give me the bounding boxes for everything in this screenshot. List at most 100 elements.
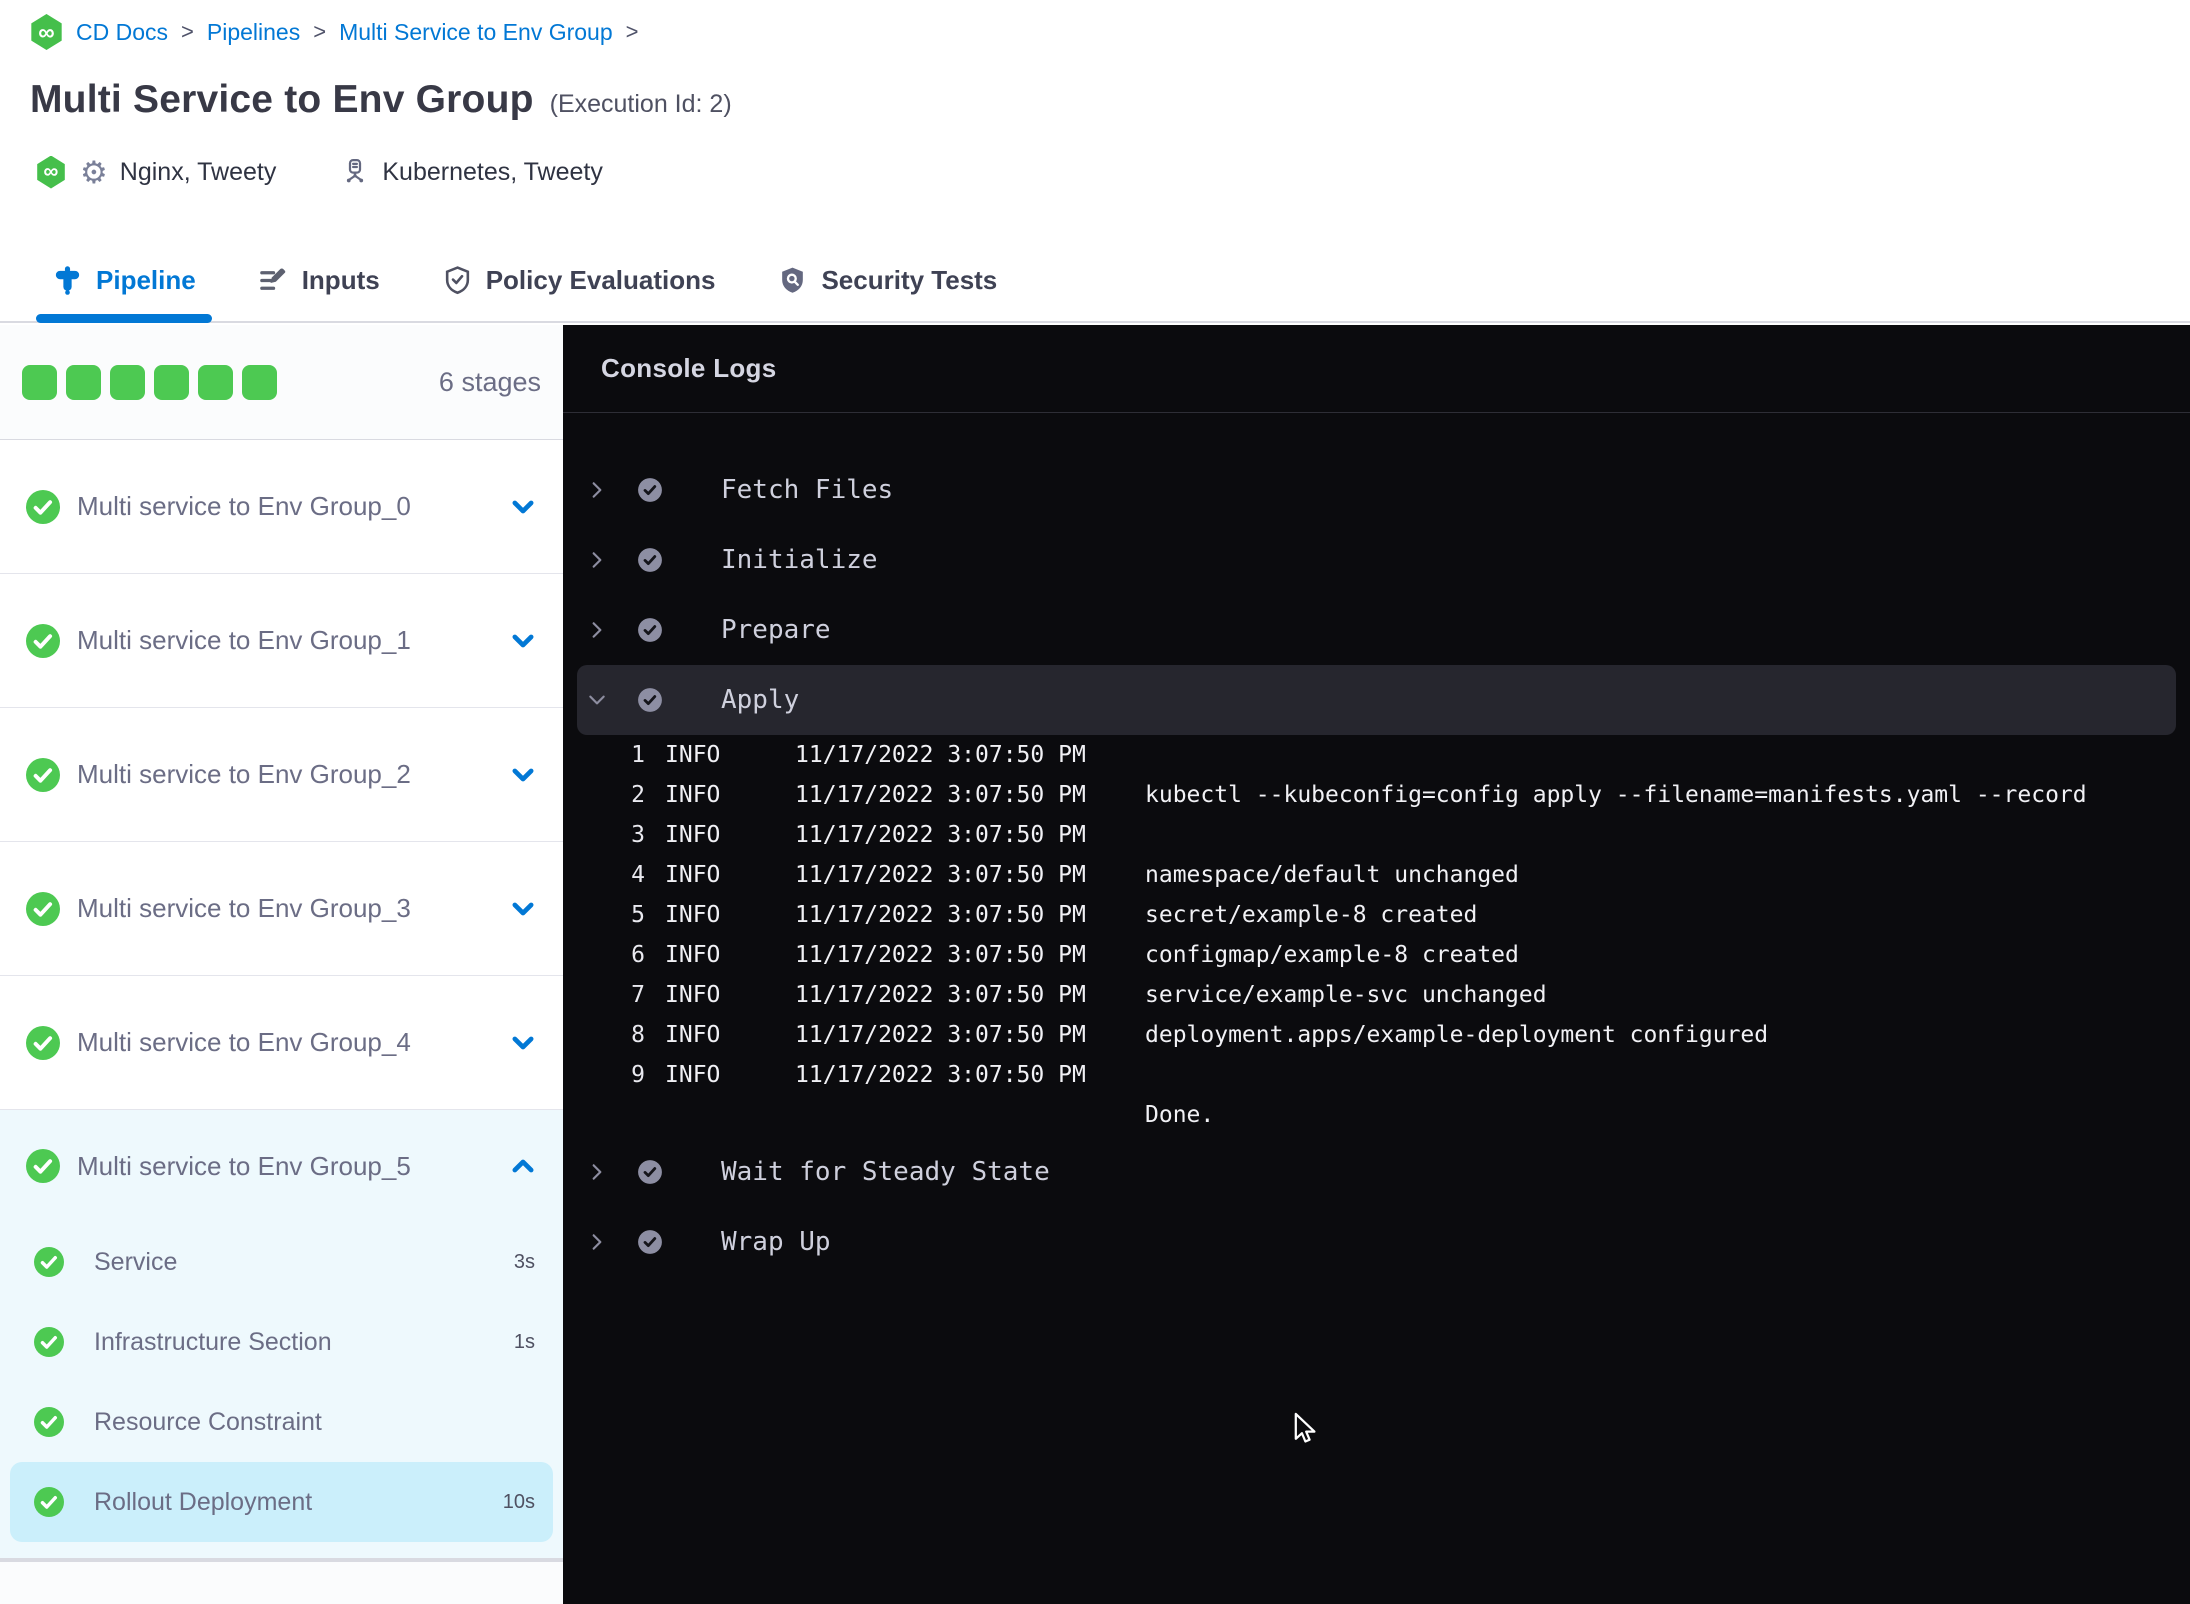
log-timestamp: 11/17/2022 3:07:50 PM xyxy=(795,902,1086,928)
stage-row[interactable]: Multi service to Env Group_0 xyxy=(0,440,563,574)
log-message: deployment.apps/example-deployment confi… xyxy=(1145,1022,1769,1048)
log-message: configmap/example-8 created xyxy=(1145,942,1519,968)
chevron-down-icon[interactable] xyxy=(509,1029,537,1057)
console-step-wrap-up[interactable]: Wrap Up xyxy=(563,1207,2190,1277)
breadcrumb-separator-icon: > xyxy=(181,19,194,44)
success-check-icon xyxy=(26,891,60,926)
log-line-number xyxy=(621,1095,645,1135)
stage-row-expanded[interactable]: Multi service to Env Group_5 xyxy=(0,1110,563,1222)
breadcrumb-link-pipelines[interactable]: Pipelines xyxy=(207,19,300,46)
environments-label: Kubernetes, Tweety xyxy=(382,157,603,186)
tab-security-tests[interactable]: Security Tests xyxy=(777,240,997,321)
progress-square xyxy=(22,364,57,400)
breadcrumb-link-pipeline-name[interactable]: Multi Service to Env Group xyxy=(339,19,613,46)
breadcrumb-separator-icon: > xyxy=(625,19,639,44)
success-check-icon xyxy=(26,1149,60,1183)
console-step-wait-steady-state[interactable]: Wait for Steady State xyxy=(563,1137,2190,1207)
log-line: 7 INFO 11/17/2022 3:07:50 PM service/exa… xyxy=(621,975,2190,1015)
stage-row[interactable]: Multi service to Env Group_2 xyxy=(0,708,563,842)
log-message: namespace/default unchanged xyxy=(1145,862,1519,888)
log-line: 1 INFO 11/17/2022 3:07:50 PM xyxy=(621,735,2190,775)
stage-count-label: 6 stages xyxy=(438,366,541,397)
log-timestamp: 11/17/2022 3:07:50 PM xyxy=(795,742,1086,768)
page-title: Multi Service to Env Group xyxy=(30,78,534,121)
tab-bar: Pipeline Inputs Policy Evaluations Secur… xyxy=(0,240,2190,323)
tab-label: Pipeline xyxy=(96,265,196,295)
console-step-initialize[interactable]: Initialize xyxy=(563,525,2190,595)
success-check-icon xyxy=(34,1247,64,1277)
log-message: secret/example-8 created xyxy=(1145,902,1478,928)
services-group: ⚙ Nginx, Tweety xyxy=(80,157,276,188)
console-step-apply[interactable]: Apply xyxy=(577,665,2176,735)
stage-label: Multi service to Env Group_4 xyxy=(77,1027,411,1057)
log-timestamp xyxy=(795,1095,1145,1135)
tab-inputs[interactable]: Inputs xyxy=(258,240,380,321)
step-success-icon xyxy=(637,1229,663,1255)
log-message xyxy=(1145,815,2190,855)
tab-pipeline[interactable]: Pipeline xyxy=(36,240,212,323)
breadcrumb-separator-icon: > xyxy=(313,19,327,44)
step-success-icon xyxy=(637,477,663,503)
console-step-prepare[interactable]: Prepare xyxy=(563,595,2190,665)
chevron-right-icon[interactable] xyxy=(587,1232,607,1252)
console-step-fetch-files[interactable]: Fetch Files xyxy=(563,455,2190,525)
log-level: INFO xyxy=(665,902,721,928)
progress-square xyxy=(66,364,101,400)
stage-row[interactable]: Multi service to Env Group_1 xyxy=(0,574,563,708)
log-level: INFO xyxy=(665,822,721,848)
log-line: 8 INFO 11/17/2022 3:07:50 PM deployment.… xyxy=(621,1015,2190,1055)
log-level: INFO xyxy=(665,862,721,888)
chevron-up-icon[interactable] xyxy=(509,1152,537,1180)
pipeline-execution-page: ∞ CD Docs > Pipelines > Multi Service to… xyxy=(0,0,2190,1604)
step-row-service[interactable]: Service 3s xyxy=(0,1222,563,1302)
console-step-label: Apply xyxy=(721,685,800,715)
stage-row[interactable]: Multi service to Env Group_4 xyxy=(0,976,563,1110)
stages-progress-header: 6 stages xyxy=(0,325,563,440)
log-line-number: 8 xyxy=(631,1022,645,1048)
log-line-number: 5 xyxy=(631,902,645,928)
mouse-cursor-icon xyxy=(1294,1412,1316,1443)
console-step-label: Wait for Steady State xyxy=(721,1157,1050,1187)
services-label: Nginx, Tweety xyxy=(119,157,277,186)
step-success-icon xyxy=(637,1159,663,1185)
log-message: Done. xyxy=(1145,1102,1215,1128)
execution-id-label: (Execution Id: 2) xyxy=(549,90,732,118)
step-row-infrastructure[interactable]: Infrastructure Section 1s xyxy=(0,1302,563,1382)
stage-row[interactable]: Multi service to Env Group_3 xyxy=(0,842,563,976)
console-logs-panel: Console Logs Fetch Files Initialize Prep… xyxy=(563,325,2190,1604)
chevron-down-icon[interactable] xyxy=(509,761,537,789)
log-timestamp: 11/17/2022 3:07:50 PM xyxy=(795,862,1086,888)
chevron-down-icon[interactable] xyxy=(587,690,607,710)
log-output: 1 INFO 11/17/2022 3:07:50 PM 2 INFO 11/1… xyxy=(563,735,2190,1135)
log-line: 2 INFO 11/17/2022 3:07:50 PM kubectl --k… xyxy=(621,775,2190,815)
step-success-icon xyxy=(637,687,663,713)
chevron-down-icon[interactable] xyxy=(509,627,537,655)
log-timestamp: 11/17/2022 3:07:50 PM xyxy=(795,1062,1086,1088)
gear-icon: ⚙ xyxy=(80,154,108,190)
log-line-number: 6 xyxy=(631,942,645,968)
tab-policy-evaluations[interactable]: Policy Evaluations xyxy=(442,240,715,321)
chevron-right-icon[interactable] xyxy=(587,1162,607,1182)
chevron-right-icon[interactable] xyxy=(587,550,607,570)
expanded-stage-section: Multi service to Env Group_5 Service 3s … xyxy=(0,1110,563,1562)
chevron-down-icon[interactable] xyxy=(509,895,537,923)
stage-label: Multi service to Env Group_1 xyxy=(77,625,411,655)
log-timestamp: 11/17/2022 3:07:50 PM xyxy=(795,942,1086,968)
environment-icon xyxy=(347,159,364,183)
chevron-right-icon[interactable] xyxy=(587,480,607,500)
log-line: 6 INFO 11/17/2022 3:07:50 PM configmap/e… xyxy=(621,935,2190,975)
progress-square xyxy=(110,364,145,400)
console-header: Console Logs xyxy=(563,325,2190,413)
step-row-rollout-deployment[interactable]: Rollout Deployment 10s xyxy=(10,1462,553,1542)
sidebar-empty-area xyxy=(0,1562,563,1604)
step-row-resource-constraint[interactable]: Resource Constraint xyxy=(0,1382,563,1462)
breadcrumb-link-cd-docs[interactable]: CD Docs xyxy=(76,19,168,46)
log-line-number: 3 xyxy=(631,822,645,848)
chevron-right-icon[interactable] xyxy=(587,620,607,640)
success-check-icon xyxy=(26,757,60,792)
stage-label: Multi service to Env Group_5 xyxy=(77,1150,411,1181)
chevron-down-icon[interactable] xyxy=(509,493,537,521)
log-line-number: 7 xyxy=(631,982,645,1008)
log-level: INFO xyxy=(665,982,721,1008)
services-row: ∞ ⚙ Nginx, Tweety Kubernetes, Tweety xyxy=(36,150,603,194)
